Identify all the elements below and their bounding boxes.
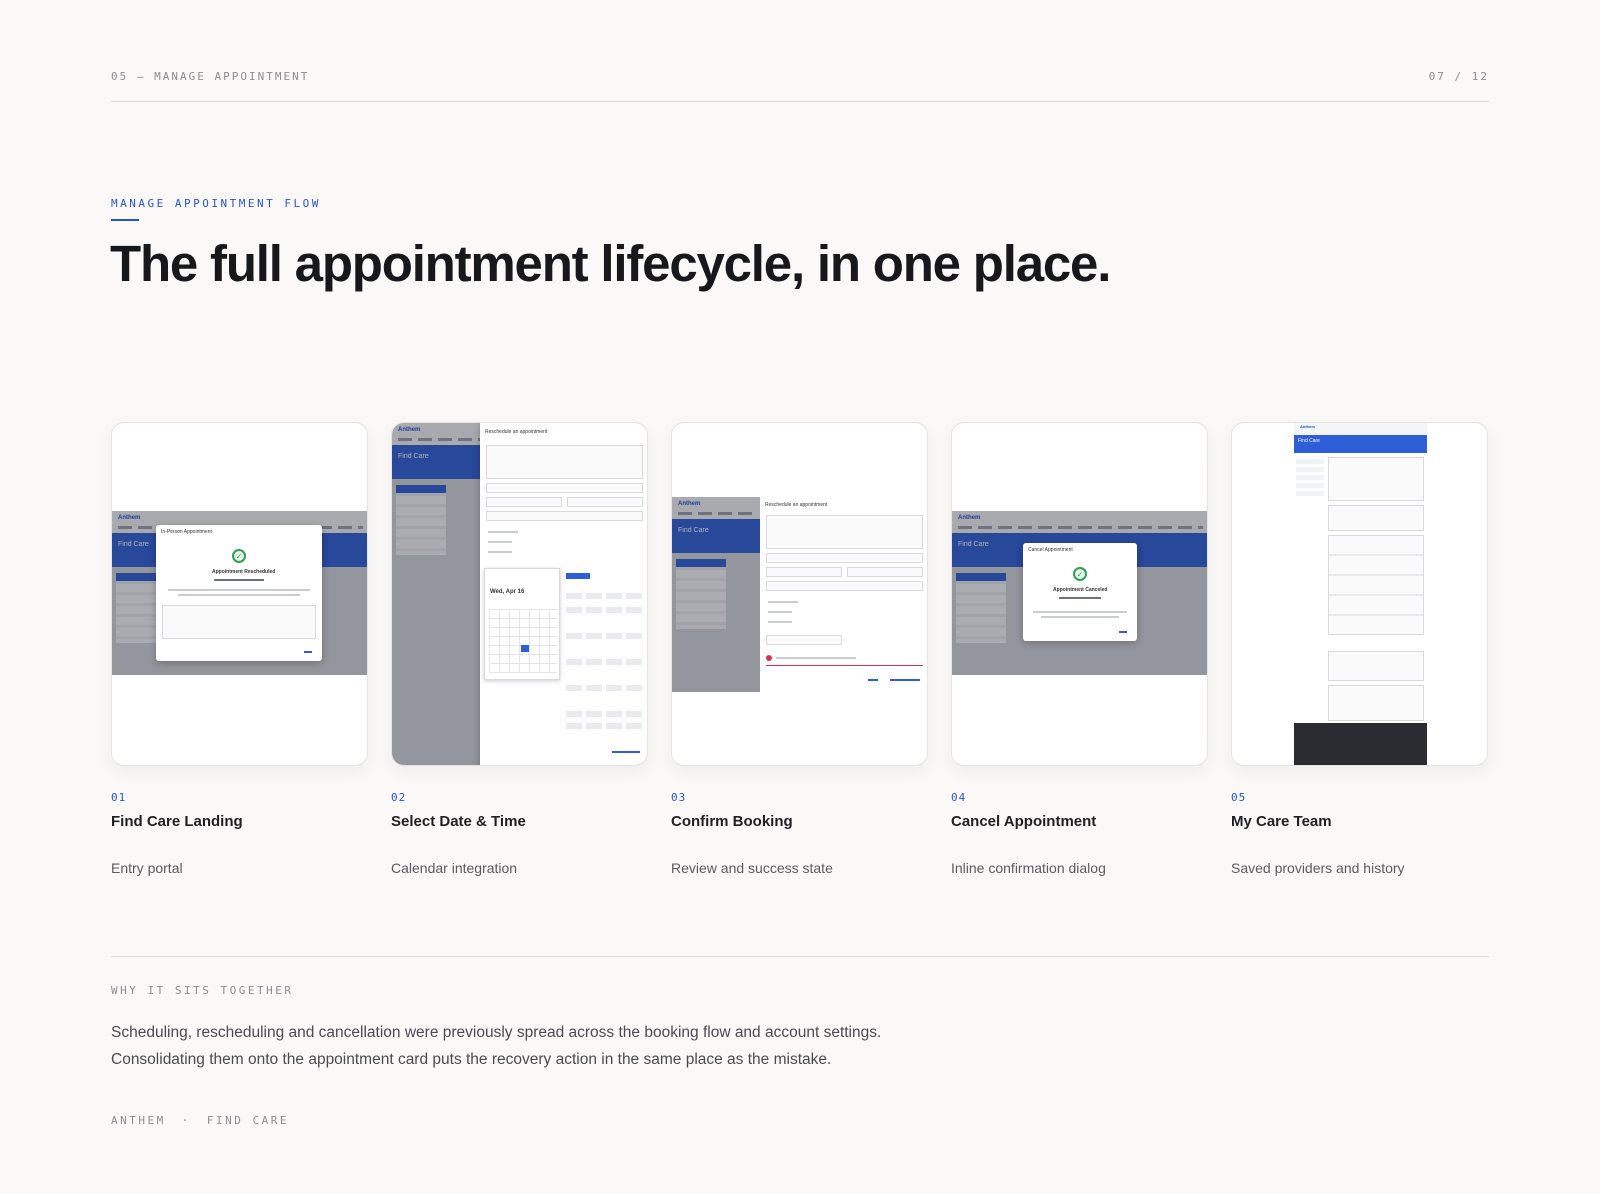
page-counter: 07 / 12	[1428, 70, 1489, 83]
footer-brand: ANTHEM	[111, 1114, 166, 1127]
flow-card-my-care-team[interactable]: Anthem Find Care 05 My Care Team Saved p…	[1231, 422, 1488, 876]
mini-modal-heading: Appointment Canceled	[1053, 587, 1108, 593]
success-check-icon: ✓	[1073, 567, 1087, 581]
card-description: Saved providers and history	[1231, 860, 1405, 876]
footer-separator: ·	[181, 1114, 191, 1127]
mini-screen: Anthem Find Care	[1294, 423, 1427, 765]
flow-card-find-care-landing[interactable]: Anthem Find Care In-Person Appointment ✓…	[111, 422, 368, 876]
card-number: 05	[1231, 791, 1247, 804]
mini-screen: Anthem Find Care Cancel Appointment ✓ Ap…	[952, 511, 1207, 675]
card-number: 03	[671, 791, 687, 804]
card-description: Inline confirmation dialog	[951, 860, 1106, 876]
mini-screen: Anthem Find Care Reschedule an appointme…	[672, 497, 927, 692]
card-thumbnail[interactable]: Anthem Find Care Cancel Appointment ✓ Ap…	[951, 422, 1208, 766]
flow-card-select-date-time[interactable]: Anthem Find Care Reschedule an appointme…	[391, 422, 648, 876]
why-label: WHY IT SITS TOGETHER	[111, 984, 294, 997]
mini-modal: Reschedule an appointment Wed, Apr 16	[480, 423, 647, 765]
card-description: Review and success state	[671, 860, 833, 876]
card-title: Find Care Landing	[111, 813, 243, 830]
footer-product: FIND CARE	[206, 1114, 289, 1127]
card-title: Cancel Appointment	[951, 813, 1097, 830]
card-title: My Care Team	[1231, 813, 1332, 830]
flow-eyebrow: MANAGE APPOINTMENT FLOW	[111, 197, 321, 210]
mini-modal-title: In-Person Appointment	[161, 529, 212, 535]
flow-card-cancel-appointment[interactable]: Anthem Find Care Cancel Appointment ✓ Ap…	[951, 422, 1208, 876]
eyebrow-underline	[111, 219, 139, 221]
mini-screen: Anthem Find Care Reschedule an appointme…	[392, 423, 647, 765]
mini-band-title: Find Care	[1298, 438, 1320, 444]
card-title: Confirm Booking	[671, 813, 793, 830]
mini-modal: Reschedule an appointment	[760, 497, 927, 692]
why-line-2: Consolidating them onto the appointment …	[111, 1051, 832, 1068]
mini-calendar-popover: Wed, Apr 16	[484, 568, 560, 680]
card-number: 02	[391, 791, 407, 804]
why-line-1: Scheduling, rescheduling and cancellatio…	[111, 1024, 882, 1041]
mini-modal-title: Cancel Appointment	[1028, 547, 1073, 553]
footer: ANTHEM · FIND CARE	[111, 1114, 289, 1127]
success-check-icon: ✓	[232, 549, 246, 563]
mini-modal-title: Reschedule an appointment	[485, 429, 548, 435]
mini-modal: Cancel Appointment ✓ Appointment Cancele…	[1023, 543, 1137, 641]
card-title: Select Date & Time	[391, 813, 526, 830]
section-divider	[111, 956, 1489, 957]
mini-logo: Anthem	[1300, 424, 1315, 429]
card-thumbnail[interactable]: Anthem Find Care Reschedule an appointme…	[391, 422, 648, 766]
top-bar: 05 — MANAGE APPOINTMENT 07 / 12	[111, 70, 1489, 102]
page-headline: The full appointment lifecycle, in one p…	[110, 235, 1111, 292]
mini-date-label: Wed, Apr 16	[490, 589, 525, 595]
card-description: Entry portal	[111, 860, 183, 876]
card-description: Calendar integration	[391, 860, 518, 876]
card-thumbnail[interactable]: Anthem Find Care Reschedule an appointme…	[671, 422, 928, 766]
card-number: 01	[111, 791, 127, 804]
flow-card-confirm-booking[interactable]: Anthem Find Care Reschedule an appointme…	[671, 422, 928, 876]
mini-modal-heading: Appointment Rescheduled	[212, 569, 276, 575]
mini-modal-title: Reschedule an appointment	[765, 502, 828, 508]
card-thumbnail[interactable]: Anthem Find Care In-Person Appointment ✓…	[111, 422, 368, 766]
mini-modal: In-Person Appointment ✓ Appointment Resc…	[156, 525, 322, 661]
card-thumbnail[interactable]: Anthem Find Care	[1231, 422, 1488, 766]
why-paragraph: Scheduling, rescheduling and cancellatio…	[111, 1019, 971, 1073]
card-number: 04	[951, 791, 967, 804]
mini-screen: Anthem Find Care In-Person Appointment ✓…	[112, 511, 367, 675]
section-label: 05 — MANAGE APPOINTMENT	[111, 70, 310, 83]
